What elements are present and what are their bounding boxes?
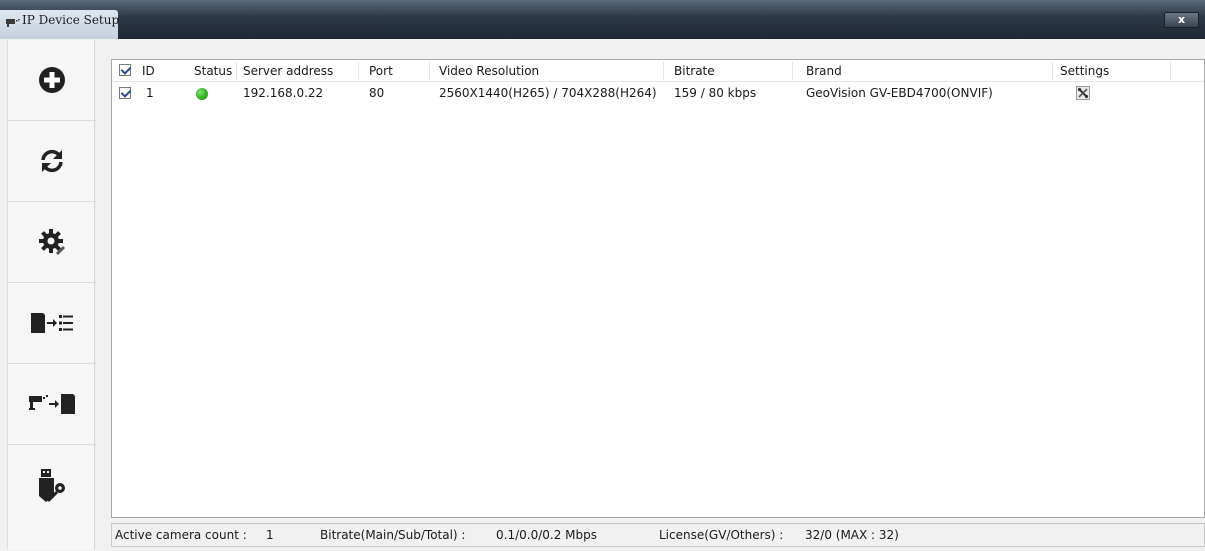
active-camera-count-label: Active camera count :	[115, 528, 247, 542]
header-separator	[1052, 62, 1053, 80]
table-row[interactable]: 1 192.168.0.22 80 2560X1440(H265) / 704X…	[112, 82, 1204, 104]
header-separator	[663, 62, 664, 80]
close-button[interactable]: x	[1164, 12, 1199, 28]
main-panel: ID Status Server address Port Video Reso…	[96, 39, 1205, 551]
window-body: ID Status Server address Port Video Reso…	[0, 39, 1205, 551]
status-bar: Active camera count : 1 Bitrate(Main/Sub…	[111, 523, 1205, 547]
export-list-button[interactable]	[8, 283, 96, 364]
row-server-address: 192.168.0.22	[243, 86, 324, 100]
column-header-port[interactable]: Port	[369, 60, 393, 82]
usb-key-icon	[39, 468, 65, 502]
bitrate-label: Bitrate(Main/Sub/Total) :	[320, 528, 466, 542]
column-header-settings[interactable]: Settings	[1060, 60, 1109, 82]
column-header-id[interactable]: ID	[142, 60, 155, 82]
ip-device-setup-window: IP Device Setup x ID Status Server addre…	[0, 0, 1205, 551]
header-separator	[358, 62, 359, 80]
column-header-server-address[interactable]: Server address	[243, 60, 333, 82]
import-camera-button[interactable]	[8, 364, 96, 445]
camera-import-icon	[29, 394, 75, 414]
header-separator	[429, 62, 430, 80]
header-separator	[236, 62, 237, 80]
refresh-button[interactable]	[8, 121, 96, 202]
tools-icon[interactable]	[1076, 86, 1090, 100]
settings-button[interactable]	[8, 202, 96, 283]
title-bar: IP Device Setup x	[0, 0, 1205, 39]
header-separator	[1170, 62, 1171, 80]
bitrate-value: 0.1/0.0/0.2 Mbps	[496, 528, 597, 542]
column-header-status[interactable]: Status	[194, 60, 232, 82]
app-camera-icon	[6, 19, 20, 27]
row-checkbox[interactable]	[119, 87, 131, 99]
refresh-icon	[41, 149, 63, 173]
select-all-checkbox[interactable]	[119, 64, 131, 76]
license-label: License(GV/Others) :	[659, 528, 784, 542]
add-circle-icon	[39, 67, 65, 93]
table-header: ID Status Server address Port Video Reso…	[112, 60, 1204, 82]
add-camera-button[interactable]	[8, 40, 96, 121]
gear-icon	[39, 229, 65, 255]
row-brand: GeoVision GV-EBD4700(ONVIF)	[806, 86, 993, 100]
window-title: IP Device Setup	[22, 13, 120, 27]
row-port: 80	[369, 86, 385, 100]
export-to-list-icon	[31, 313, 73, 333]
status-online-indicator	[196, 88, 208, 100]
column-header-video-resolution[interactable]: Video Resolution	[439, 60, 539, 82]
column-header-bitrate[interactable]: Bitrate	[674, 60, 715, 82]
active-camera-count-value: 1	[266, 528, 274, 542]
usb-key-button[interactable]	[8, 445, 96, 526]
row-bitrate: 159 / 80 kbps	[674, 86, 757, 100]
header-separator	[792, 62, 793, 80]
sidebar	[7, 40, 96, 550]
row-id: 1	[146, 86, 154, 100]
column-header-brand[interactable]: Brand	[806, 60, 842, 82]
device-table: ID Status Server address Port Video Reso…	[111, 59, 1205, 518]
row-video-resolution: 2560X1440(H265) / 704X288(H264)	[439, 86, 657, 100]
license-value: 32/0 (MAX : 32)	[805, 528, 899, 542]
